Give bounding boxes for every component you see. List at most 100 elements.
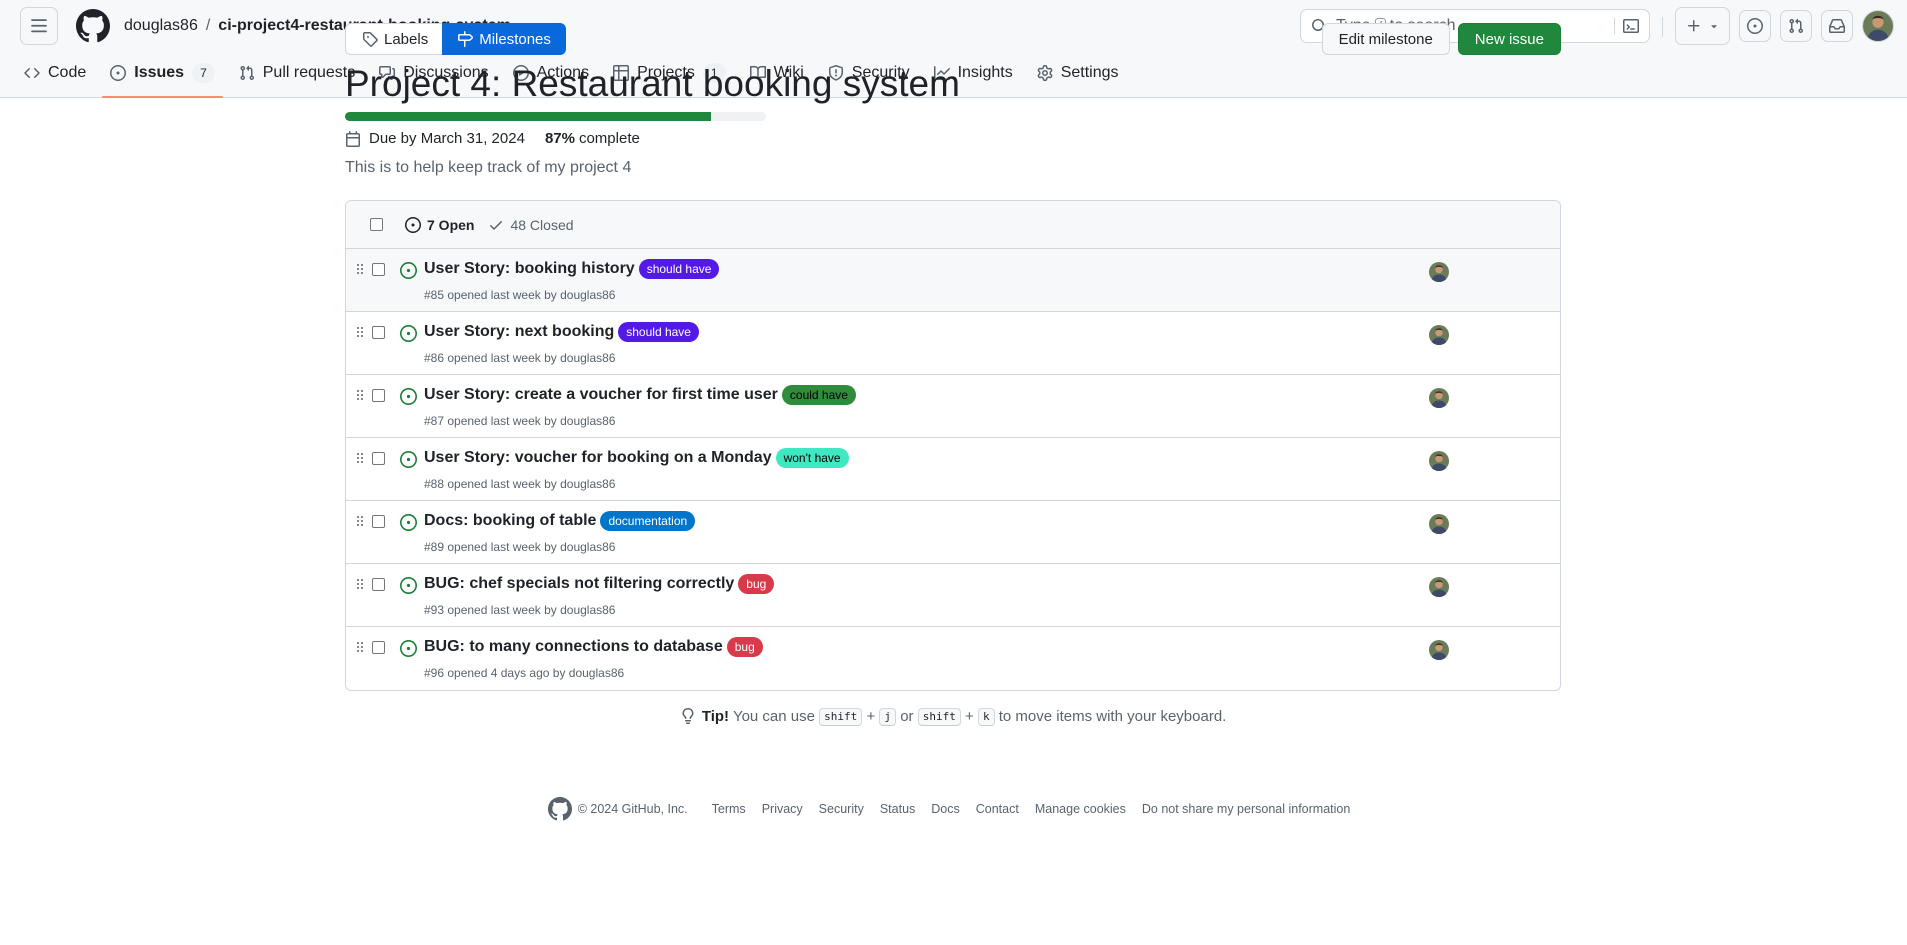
command-palette-icon[interactable]	[1614, 18, 1639, 34]
issue-row[interactable]: Docs: booking of table documentation #89…	[346, 501, 1560, 564]
footer-link-status[interactable]: Status	[880, 802, 915, 816]
create-new-button[interactable]	[1675, 7, 1730, 45]
issue-label[interactable]: should have	[638, 259, 720, 279]
pull-requests-shortcut-button[interactable]	[1780, 10, 1812, 42]
milestone-progress-bar	[345, 112, 766, 121]
issue-opened-icon	[400, 388, 417, 405]
milestones-button-label: Milestones	[479, 30, 551, 48]
assignee-avatar[interactable]	[1429, 514, 1449, 534]
labels-button-label: Labels	[384, 30, 429, 48]
edit-milestone-button[interactable]: Edit milestone	[1321, 23, 1450, 55]
closed-issues-filter[interactable]: 48 Closed	[488, 217, 574, 233]
issue-row[interactable]: User Story: next booking should have #86…	[346, 312, 1560, 375]
footer-link-do-not-share[interactable]: Do not share my personal information	[1142, 802, 1350, 816]
calendar-icon	[346, 130, 360, 147]
breadcrumb-owner-link[interactable]: douglas86	[124, 17, 198, 35]
select-all-checkbox[interactable]	[370, 218, 383, 231]
issue-opened-icon	[400, 451, 417, 468]
milestone-complete-label: complete	[578, 130, 640, 147]
issue-label[interactable]: documentation	[600, 511, 696, 531]
assignee-avatar[interactable]	[1429, 325, 1449, 345]
github-footer-logo-icon[interactable]	[547, 797, 572, 821]
assignee-avatar[interactable]	[1429, 577, 1449, 597]
issue-row[interactable]: User Story: voucher for booking on a Mon…	[346, 438, 1560, 501]
issues-shortcut-button[interactable]	[1739, 10, 1771, 42]
issues-rows: User Story: booking history should have …	[346, 249, 1560, 690]
issue-label[interactable]: could have	[781, 385, 856, 405]
assignee-avatar[interactable]	[1429, 451, 1449, 471]
issue-checkbox[interactable]	[372, 641, 385, 654]
user-avatar[interactable]	[1862, 10, 1894, 42]
check-icon	[490, 220, 503, 230]
issue-title-link[interactable]: User Story: voucher for booking on a Mon…	[424, 449, 772, 467]
drag-handle-icon[interactable]	[356, 452, 364, 464]
footer-link-privacy[interactable]: Privacy	[762, 802, 803, 816]
footer-link-contact[interactable]: Contact	[976, 802, 1019, 816]
footer-link-terms[interactable]: Terms	[712, 802, 746, 816]
hamburger-icon	[31, 19, 47, 33]
drag-handle-icon[interactable]	[356, 263, 364, 275]
header-divider	[1662, 17, 1663, 37]
drag-handle-icon[interactable]	[356, 389, 364, 401]
issue-title-link[interactable]: User Story: create a voucher for first t…	[424, 386, 778, 404]
issue-checkbox[interactable]	[372, 263, 385, 276]
issue-title-link[interactable]: BUG: chef specials not filtering correct…	[424, 575, 734, 593]
issue-title-line: User Story: booking history should have	[424, 259, 720, 279]
issue-opened-icon	[400, 325, 417, 342]
issue-label[interactable]: should have	[618, 322, 699, 342]
assignee-avatar[interactable]	[1429, 262, 1449, 282]
footer-link-manage-cookies[interactable]: Manage cookies	[1035, 802, 1126, 816]
shift-key: shift	[819, 708, 863, 726]
issue-checkbox[interactable]	[372, 389, 385, 402]
assignee-avatar[interactable]	[1429, 640, 1449, 660]
drag-handle-icon[interactable]	[356, 515, 364, 527]
milestone-actions: Edit milestone New issue	[1321, 23, 1561, 55]
tab-settings[interactable]: Settings	[1029, 52, 1127, 97]
issue-title-line: User Story: voucher for booking on a Mon…	[424, 448, 849, 468]
drag-handle-icon[interactable]	[356, 641, 364, 653]
issue-label[interactable]: bug	[726, 637, 763, 657]
issue-label[interactable]: bug	[738, 574, 775, 594]
issue-row[interactable]: BUG: to many connections to database bug…	[346, 627, 1560, 690]
issue-row[interactable]: User Story: booking history should have …	[346, 249, 1560, 312]
issue-checkbox[interactable]	[372, 452, 385, 465]
issue-meta: #93 opened last week by douglas86	[424, 603, 616, 617]
drag-handle-icon[interactable]	[356, 326, 364, 338]
plus-sign: +	[965, 708, 974, 725]
milestone-meta: Due by March 31, 2024 87% complete	[345, 130, 640, 147]
k-key: k	[977, 708, 995, 726]
issue-checkbox[interactable]	[372, 578, 385, 591]
new-issue-button[interactable]: New issue	[1457, 23, 1561, 55]
issue-checkbox[interactable]	[372, 515, 385, 528]
milestones-button[interactable]: Milestones	[442, 23, 566, 55]
drag-handle-icon[interactable]	[356, 578, 364, 590]
plus-sign: +	[866, 708, 876, 725]
issue-row[interactable]: User Story: create a voucher for first t…	[346, 375, 1560, 438]
open-issues-filter[interactable]: 7 Open	[405, 216, 474, 233]
issue-title-link[interactable]: Docs: booking of table	[424, 512, 596, 530]
plus-icon	[1687, 20, 1699, 32]
issue-opened-icon	[400, 262, 417, 279]
issue-title-link[interactable]: User Story: next booking	[424, 323, 614, 341]
notifications-button[interactable]	[1821, 10, 1853, 42]
git-pull-request-icon	[1789, 18, 1804, 34]
issue-row[interactable]: BUG: chef specials not filtering correct…	[346, 564, 1560, 627]
tab-issues[interactable]: Issues 7	[102, 52, 223, 98]
issue-opened-icon	[400, 577, 417, 594]
issue-title-link[interactable]: User Story: booking history	[424, 260, 635, 278]
footer-link-security[interactable]: Security	[819, 802, 864, 816]
header-actions	[1675, 7, 1894, 45]
tab-pull-requests[interactable]: Pull requests	[231, 52, 364, 97]
issue-title-link[interactable]: BUG: to many connections to database	[424, 638, 723, 656]
issue-label[interactable]: won't have	[775, 448, 849, 468]
labels-button[interactable]: Labels	[345, 23, 443, 55]
issue-meta: #88 opened last week by douglas86	[424, 477, 616, 491]
tab-code[interactable]: Code	[16, 52, 94, 97]
keyboard-tip: Tip! You can use shift + j or shift + k …	[345, 708, 1561, 726]
issue-checkbox[interactable]	[372, 326, 385, 339]
menu-button[interactable]	[20, 7, 58, 45]
github-logo-icon[interactable]	[76, 9, 110, 43]
assignee-avatar[interactable]	[1429, 388, 1449, 408]
footer-link-docs[interactable]: Docs	[931, 802, 959, 816]
issue-opened-icon	[1747, 18, 1763, 34]
